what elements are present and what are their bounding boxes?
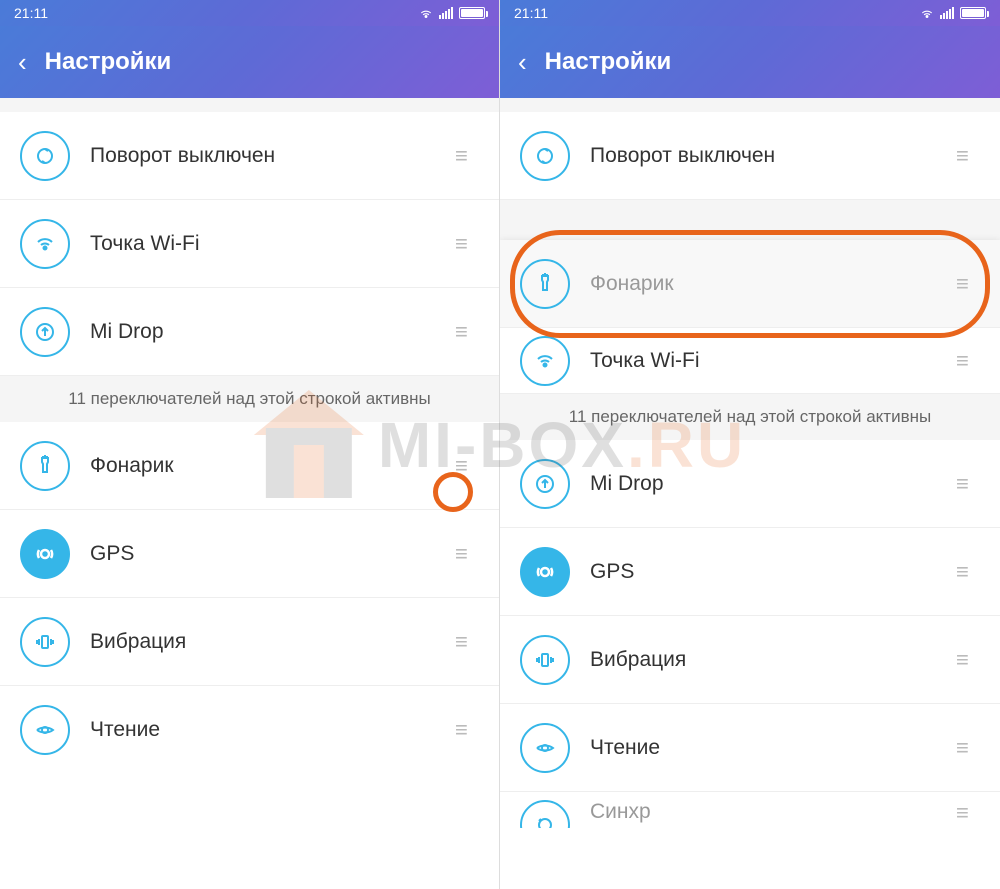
- list-item-label: Точка Wi-Fi: [90, 232, 455, 256]
- status-bar: 21:11: [500, 0, 1000, 26]
- list-item-vibration[interactable]: Вибрация ≡: [500, 616, 1000, 704]
- drag-handle-icon[interactable]: ≡: [455, 319, 479, 345]
- sync-icon: [520, 800, 570, 828]
- rotation-icon: [520, 131, 570, 181]
- list-item-label: Mi Drop: [590, 472, 956, 496]
- battery-icon: [960, 7, 986, 19]
- list-item-wifi-hotspot[interactable]: Точка Wi-Fi ≡: [500, 328, 1000, 394]
- spacer: [500, 98, 1000, 112]
- list-item-flashlight-dragging[interactable]: Фонарик ≡: [500, 240, 1000, 328]
- spacer: [500, 200, 1000, 240]
- drag-handle-icon[interactable]: ≡: [956, 559, 980, 585]
- list-item-label: Фонарик: [590, 272, 956, 296]
- midrop-icon: [520, 459, 570, 509]
- list-item-gps[interactable]: GPS ≡: [0, 510, 499, 598]
- status-indicators: [419, 6, 485, 20]
- signal-icon: [940, 7, 954, 19]
- flashlight-icon: [20, 441, 70, 491]
- list-item-flashlight[interactable]: Фонарик ≡: [0, 422, 499, 510]
- list-item-midrop[interactable]: Mi Drop ≡: [0, 288, 499, 376]
- phone-screen-left: 21:11 ‹ Настройки Поворот выключен ≡ Точ…: [0, 0, 500, 889]
- back-button[interactable]: ‹: [518, 47, 527, 78]
- settings-list: Поворот выключен ≡ Точка Wi-Fi ≡ Mi Drop…: [0, 112, 499, 774]
- spacer: [0, 98, 499, 112]
- page-title: Настройки: [545, 48, 672, 76]
- header: ‹ Настройки: [500, 26, 1000, 98]
- list-item-label: Mi Drop: [90, 320, 455, 344]
- list-item-sync-partial[interactable]: Синхр ≡: [500, 792, 1000, 828]
- wifi-icon: [920, 6, 934, 20]
- wifi-hotspot-icon: [520, 336, 570, 386]
- list-item-label: Точка Wi-Fi: [590, 349, 956, 373]
- divider-label: 11 переключателей над этой строкой актив…: [500, 394, 1000, 440]
- drag-handle-icon[interactable]: ≡: [956, 800, 980, 826]
- signal-icon: [439, 7, 453, 19]
- list-item-label: Синхр: [590, 800, 956, 824]
- gps-icon: [20, 529, 70, 579]
- list-item-vibration[interactable]: Вибрация ≡: [0, 598, 499, 686]
- list-item-label: Поворот выключен: [590, 144, 956, 168]
- reading-icon: [20, 705, 70, 755]
- drag-handle-icon[interactable]: ≡: [956, 647, 980, 673]
- divider-label: 11 переключателей над этой строкой актив…: [0, 376, 499, 422]
- drag-handle-icon[interactable]: ≡: [455, 717, 479, 743]
- list-item-rotation[interactable]: Поворот выключен ≡: [500, 112, 1000, 200]
- battery-icon: [459, 7, 485, 19]
- gps-icon: [520, 547, 570, 597]
- header: ‹ Настройки: [0, 26, 499, 98]
- settings-list: Поворот выключен ≡ Фонарик ≡ Точка Wi-Fi…: [500, 112, 1000, 828]
- midrop-icon: [20, 307, 70, 357]
- flashlight-icon: [520, 259, 570, 309]
- list-item-label: GPS: [90, 542, 455, 566]
- list-item-wifi-hotspot[interactable]: Точка Wi-Fi ≡: [0, 200, 499, 288]
- wifi-hotspot-icon: [20, 219, 70, 269]
- list-item-label: Поворот выключен: [90, 144, 455, 168]
- page-title: Настройки: [45, 48, 172, 76]
- back-button[interactable]: ‹: [18, 47, 27, 78]
- drag-handle-icon[interactable]: ≡: [455, 453, 479, 479]
- list-item-rotation[interactable]: Поворот выключен ≡: [0, 112, 499, 200]
- status-time: 21:11: [14, 5, 48, 21]
- drag-handle-icon[interactable]: ≡: [455, 541, 479, 567]
- rotation-icon: [20, 131, 70, 181]
- list-item-label: Вибрация: [590, 648, 956, 672]
- list-item-label: GPS: [590, 560, 956, 584]
- reading-icon: [520, 723, 570, 773]
- list-item-label: Чтение: [90, 718, 455, 742]
- status-time: 21:11: [514, 5, 548, 21]
- wifi-icon: [419, 6, 433, 20]
- drag-handle-icon[interactable]: ≡: [455, 143, 479, 169]
- drag-handle-icon[interactable]: ≡: [956, 348, 980, 374]
- phone-screen-right: 21:11 ‹ Настройки Поворот выключен ≡ Фон…: [500, 0, 1000, 889]
- vibration-icon: [20, 617, 70, 667]
- status-indicators: [920, 6, 986, 20]
- drag-handle-icon[interactable]: ≡: [956, 143, 980, 169]
- list-item-reading[interactable]: Чтение ≡: [500, 704, 1000, 792]
- drag-handle-icon[interactable]: ≡: [956, 271, 980, 297]
- list-item-label: Чтение: [590, 736, 956, 760]
- drag-handle-icon[interactable]: ≡: [956, 735, 980, 761]
- drag-handle-icon[interactable]: ≡: [956, 471, 980, 497]
- list-item-label: Вибрация: [90, 630, 455, 654]
- drag-handle-icon[interactable]: ≡: [455, 629, 479, 655]
- status-bar: 21:11: [0, 0, 499, 26]
- vibration-icon: [520, 635, 570, 685]
- list-item-label: Фонарик: [90, 454, 455, 478]
- list-item-midrop[interactable]: Mi Drop ≡: [500, 440, 1000, 528]
- drag-handle-icon[interactable]: ≡: [455, 231, 479, 257]
- list-item-gps[interactable]: GPS ≡: [500, 528, 1000, 616]
- list-item-reading[interactable]: Чтение ≡: [0, 686, 499, 774]
